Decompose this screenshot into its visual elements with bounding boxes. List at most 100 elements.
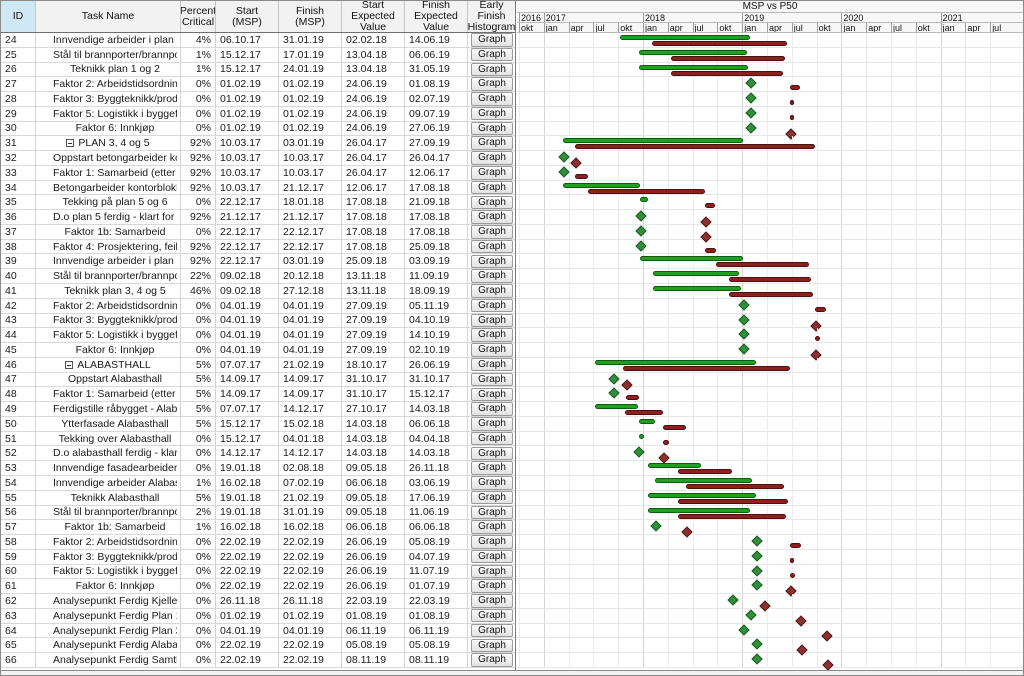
gantt-row[interactable] <box>517 180 1023 196</box>
graph-button[interactable]: Graph <box>471 446 513 461</box>
graph-button[interactable]: Graph <box>471 608 513 623</box>
gantt-row[interactable] <box>517 357 1023 373</box>
graph-button[interactable]: Graph <box>471 638 513 653</box>
gantt-row[interactable] <box>517 431 1023 447</box>
graph-button[interactable]: Graph <box>471 461 513 475</box>
gantt-row[interactable] <box>517 461 1023 476</box>
gantt-row[interactable] <box>517 151 1023 169</box>
table-row[interactable]: 48Faktor 1: Samarbeid (etter d.o. 2)5%14… <box>1 387 515 403</box>
graph-button[interactable]: Graph <box>471 210 513 224</box>
column-header-g[interactable]: Early Finish Histogram <box>468 1 515 32</box>
graph-button[interactable]: Graph <box>471 151 513 165</box>
gantt-row[interactable] <box>517 47 1023 63</box>
graph-button[interactable]: Graph <box>471 490 513 505</box>
table-row[interactable]: 56 Stål til brannporter/brannporter/døre 2… <box>1 505 515 521</box>
table-row[interactable]: 44Faktor 5: Logistikk i byggefasen0%04.0… <box>1 328 515 344</box>
gantt-row[interactable] <box>517 623 1023 642</box>
column-header-id[interactable]: ID <box>1 1 36 32</box>
graph-button[interactable]: Graph <box>471 195 513 210</box>
graph-button[interactable]: Graph <box>471 239 513 254</box>
table-row[interactable]: 39 Innvendige arbeider i plan 3, 4 og 5 92… <box>1 254 515 270</box>
graph-button[interactable]: Graph <box>471 77 513 91</box>
table-row[interactable]: 62 Analysepunkt Ferdig Kjeller 0% 26.11.18 2… <box>1 594 515 609</box>
gantt-row[interactable] <box>517 505 1023 521</box>
table-row[interactable]: 26 Teknikk plan 1 og 2 1% 15.12.17 24.01.19 1… <box>1 62 515 78</box>
gantt-row[interactable] <box>517 269 1023 285</box>
gantt-row[interactable] <box>517 313 1023 332</box>
graph-button[interactable]: Graph <box>471 254 513 269</box>
table-row[interactable]: 33Faktor 1: Samarbeid (etter d.o. 2)92%1… <box>1 165 515 181</box>
table-row[interactable]: 41 Teknikk plan 3, 4 og 5 46% 09.02.18 27.12… <box>1 284 515 299</box>
graph-button[interactable]: Graph <box>471 594 513 608</box>
table-row[interactable]: 30 Faktor 6: Innkjøp 0% 01.02.19 01.02.19 24.… <box>1 121 515 137</box>
graph-button[interactable]: Graph <box>471 121 513 136</box>
table-row[interactable]: 65Analysepunkt Ferdig Alabasthall0%22.02… <box>1 638 515 654</box>
gantt-row[interactable] <box>517 520 1023 538</box>
gantt-row[interactable] <box>517 284 1023 299</box>
gantt-row[interactable] <box>517 446 1023 465</box>
graph-button[interactable]: Graph <box>471 653 513 667</box>
table-row[interactable]: 51 Tekking over Alabasthall 0% 15.12.17 04.0… <box>1 431 515 447</box>
gantt-row[interactable] <box>517 121 1023 140</box>
table-row[interactable]: 34Betongarbeider kontorblokk fom pla92%1… <box>1 180 515 196</box>
gantt-row[interactable] <box>517 608 1023 627</box>
table-row[interactable]: 32Oppstart betongarbeider kontorblok92%1… <box>1 151 515 166</box>
gantt-row[interactable] <box>517 328 1023 344</box>
gantt-row[interactable] <box>517 92 1023 107</box>
table-row[interactable]: 29Faktor 5: Logistikk i byggefasen0%01.0… <box>1 106 515 122</box>
table-row[interactable]: 42Faktor 2: Arbeidstidsordning/bemann0%0… <box>1 298 515 314</box>
table-row[interactable]: 35 Tekking på plan 5 og 6 0% 22.12.17 18.01.… <box>1 195 515 211</box>
graph-button[interactable]: Graph <box>471 372 513 387</box>
gantt-row[interactable] <box>517 298 1023 314</box>
table-row[interactable]: 47 Oppstart Alabasthall 5% 14.09.17 14.09.17… <box>1 372 515 388</box>
gantt-row[interactable] <box>517 579 1023 597</box>
table-row[interactable]: 57 Faktor 1b: Samarbeid 1% 16.02.18 16.02.18… <box>1 520 515 536</box>
table-row[interactable]: 60Faktor 5: Logistikk i byggefasen0%22.0… <box>1 564 515 580</box>
gantt-row[interactable] <box>517 387 1023 403</box>
graph-button[interactable]: Graph <box>471 180 513 195</box>
table-row[interactable]: 24 Innvendige arbeider i plan 1 og 2 4%06.… <box>1 33 515 48</box>
graph-button[interactable]: Graph <box>471 535 513 549</box>
gantt-row[interactable] <box>517 106 1023 122</box>
gantt-row[interactable] <box>517 136 1023 152</box>
column-header-s1[interactable]: Start (MSP) <box>216 1 279 32</box>
graph-button[interactable]: Graph <box>471 313 513 328</box>
gantt-row[interactable] <box>517 33 1023 48</box>
table-row[interactable]: 64Analysepunkt Ferdig Plan 3, 4 og 50%04… <box>1 623 515 639</box>
table-row[interactable]: 50 Ytterfasade Alabasthall 5% 15.12.17 15.02… <box>1 416 515 432</box>
gantt-row[interactable] <box>517 564 1023 580</box>
table-row[interactable]: 38 Faktor 4: Prosjektering, feil og mang 9… <box>1 239 515 255</box>
table-row[interactable]: 25 Stål til brannporter/brannporter/døre 1… <box>1 47 515 63</box>
gantt-row[interactable] <box>517 62 1023 78</box>
gantt-row[interactable] <box>517 372 1023 391</box>
gantt-row[interactable] <box>517 638 1023 657</box>
graph-button[interactable]: Graph <box>471 343 513 357</box>
table-row[interactable]: 45 Faktor 6: Innkjøp 0% 04.01.19 04.01.19 27.… <box>1 343 515 358</box>
table-row[interactable]: 55 Teknikk Alabasthall 5% 19.01.18 21.02.19 0… <box>1 490 515 506</box>
graph-button[interactable]: Graph <box>471 33 513 47</box>
graph-button[interactable]: Graph <box>471 269 513 283</box>
table-row[interactable]: 66Analysepunkt Ferdig Samtlige0%22.02.19… <box>1 653 515 668</box>
gantt-row[interactable] <box>517 210 1023 228</box>
graph-button[interactable]: Graph <box>471 564 513 579</box>
table-row[interactable]: 27Faktor 2: Arbeidstidsordning/bemann0%0… <box>1 77 515 93</box>
graph-button[interactable]: Graph <box>471 298 513 313</box>
table-row[interactable]: 37 Faktor 1b: Samarbeid 0% 22.12.17 22.12.17… <box>1 224 515 240</box>
collapse-minus-icon[interactable] <box>66 139 75 148</box>
table-row[interactable]: 40 Stål til brannporter/brannporter/døre 2… <box>1 269 515 285</box>
collapse-minus-icon[interactable] <box>65 360 74 369</box>
table-row[interactable]: 28Faktor 3: Byggteknikk/produksjonsm0%01… <box>1 92 515 107</box>
table-row[interactable]: 54 Innvendige arbeider Alabasthall 1%16.02… <box>1 475 515 491</box>
table-row[interactable]: 52 D.o alabasthall ferdig - klart for tek… <box>1 446 515 462</box>
graph-button[interactable]: Graph <box>471 225 513 239</box>
graph-button[interactable]: Graph <box>471 623 513 638</box>
gantt-row[interactable] <box>517 490 1023 506</box>
gantt-row[interactable] <box>517 343 1023 361</box>
graph-button[interactable]: Graph <box>471 136 513 150</box>
graph-button[interactable]: Graph <box>471 47 513 62</box>
column-header-f2[interactable]: Finish Expected Value <box>405 1 468 32</box>
graph-button[interactable]: Graph <box>471 549 513 564</box>
graph-button[interactable]: Graph <box>471 579 513 593</box>
graph-button[interactable]: Graph <box>471 520 513 534</box>
gantt-row[interactable] <box>517 239 1023 255</box>
